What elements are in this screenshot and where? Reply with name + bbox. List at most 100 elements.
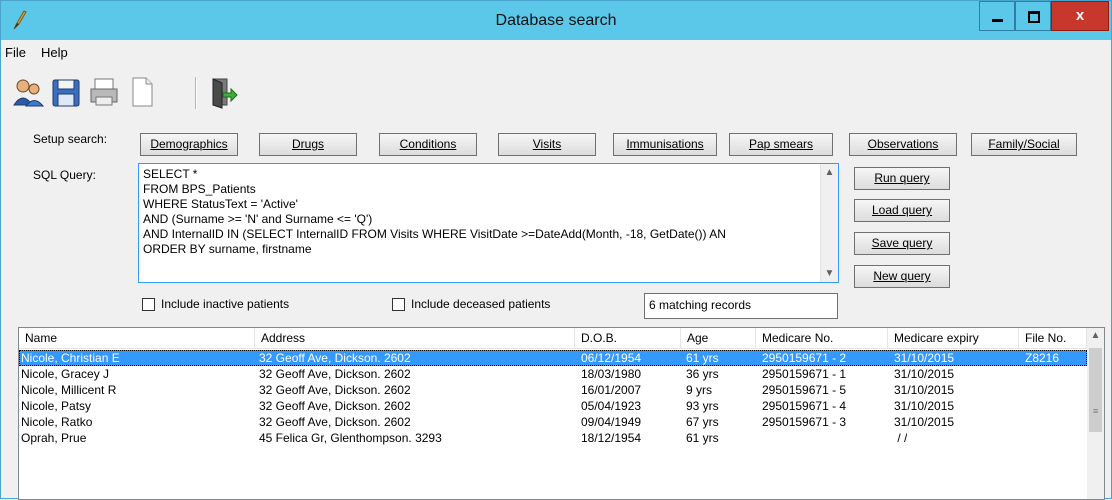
cell-age: 9 yrs (686, 383, 713, 397)
toolbar (1, 67, 1111, 123)
sql-query-label: SQL Query: (33, 168, 96, 182)
cell-dob: 09/04/1949 (581, 415, 642, 429)
results-list[interactable]: Name Address D.O.B. Age Medicare No. Med… (18, 327, 1105, 500)
table-row[interactable]: Nicole, Ratko 32 Geoff Ave, Dickson. 260… (19, 414, 1087, 430)
sql-line: WHERE StatusText = 'Active' (143, 197, 298, 211)
users-icon[interactable] (11, 75, 45, 109)
cell-address: 32 Geoff Ave, Dickson. 2602 (259, 367, 411, 381)
cell-dob: 16/01/2007 (581, 383, 642, 397)
window-title: Database search (495, 12, 617, 29)
cell-address: 32 Geoff Ave, Dickson. 2602 (259, 351, 411, 365)
minimize-button[interactable] (979, 1, 1015, 31)
column-header-dob[interactable]: D.O.B. (575, 328, 681, 348)
table-row[interactable]: Nicole, Millicent R 32 Geoff Ave, Dickso… (19, 382, 1087, 398)
table-row[interactable]: Nicole, Gracey J 32 Geoff Ave, Dickson. … (19, 366, 1087, 382)
results-header: Name Address D.O.B. Age Medicare No. Med… (19, 328, 1087, 349)
database-search-window: Database search x File Help Setup search… (0, 0, 1112, 500)
save-icon[interactable] (49, 75, 83, 109)
cell-medicare-expiry: 31/10/2015 (894, 415, 955, 429)
cell-medicare-no: 2950159671 - 2 (762, 351, 847, 365)
cell-dob: 05/04/1923 (581, 399, 642, 413)
new-query-button[interactable]: New query (854, 265, 950, 288)
cell-medicare-no: 2950159671 - 1 (762, 367, 847, 381)
cell-file-no: Z8216 (1025, 351, 1060, 365)
minimize-icon (992, 19, 1003, 22)
column-header-name[interactable]: Name (19, 328, 255, 348)
column-header-medicare-no[interactable]: Medicare No. (756, 328, 888, 348)
cell-name: Nicole, Ratko (21, 415, 93, 429)
cell-age: 61 yrs (686, 351, 719, 365)
demographics-button[interactable]: Demographics (140, 133, 238, 156)
include-deceased-checkbox[interactable] (392, 298, 405, 311)
pap-smears-button[interactable]: Pap smears (729, 133, 833, 156)
cell-name: Nicole, Millicent R (21, 383, 117, 397)
cell-address: 32 Geoff Ave, Dickson. 2602 (259, 383, 411, 397)
new-document-icon[interactable] (125, 75, 159, 109)
observations-button[interactable]: Observations (849, 133, 957, 156)
cell-name: Nicole, Gracey J (21, 367, 110, 381)
scrollbar-thumb[interactable]: ≡ (1089, 348, 1102, 432)
scroll-up-icon[interactable]: ▲ (821, 164, 838, 181)
table-row[interactable]: Oprah, Prue 45 Felica Gr, Glenthompson. … (19, 430, 1087, 446)
cell-address: 32 Geoff Ave, Dickson. 2602 (259, 399, 411, 413)
conditions-button[interactable]: Conditions (379, 133, 477, 156)
table-row[interactable]: Nicole, Patsy 32 Geoff Ave, Dickson. 260… (19, 398, 1087, 414)
load-query-button[interactable]: Load query (854, 199, 950, 222)
maximize-icon (1028, 11, 1040, 23)
include-inactive-checkbox[interactable] (142, 298, 155, 311)
printer-icon[interactable] (87, 75, 121, 109)
close-button[interactable]: x (1051, 1, 1109, 31)
cell-medicare-no: 2950159671 - 5 (762, 383, 847, 397)
cell-age: 93 yrs (686, 399, 719, 413)
cell-name: Nicole, Patsy (21, 399, 92, 413)
results-scrollbar[interactable]: ▲ ≡ (1087, 328, 1104, 499)
cell-dob: 18/03/1980 (581, 367, 642, 381)
family-social-button[interactable]: Family/Social (971, 133, 1077, 156)
sql-line: ORDER BY surname, firstname (143, 242, 312, 256)
cell-address: 45 Felica Gr, Glenthompson. 3293 (259, 431, 442, 445)
close-icon: x (1075, 7, 1085, 24)
run-query-button[interactable]: Run query (854, 167, 950, 190)
save-query-button[interactable]: Save query (854, 232, 950, 255)
cell-medicare-no: 2950159671 - 3 (762, 415, 847, 429)
cell-name: Oprah, Prue (21, 431, 87, 445)
menu-help[interactable]: Help (41, 45, 68, 60)
sql-line: SELECT * (143, 167, 198, 181)
table-row[interactable]: Nicole, Christian E 32 Geoff Ave, Dickso… (19, 350, 1087, 366)
scroll-down-icon[interactable]: ▼ (821, 265, 838, 282)
cell-medicare-expiry: 31/10/2015 (894, 383, 955, 397)
column-header-age[interactable]: Age (681, 328, 756, 348)
sql-query-textarea[interactable]: SELECT * FROM BPS_Patients WHERE StatusT… (138, 163, 839, 283)
scrollbar-grip-icon: ≡ (1093, 406, 1099, 416)
immunisations-button[interactable]: Immunisations (613, 133, 717, 156)
include-inactive-label: Include inactive patients (161, 297, 290, 311)
drugs-button[interactable]: Drugs (259, 133, 357, 156)
cell-medicare-no: 2950159671 - 4 (762, 399, 847, 413)
cell-medicare-expiry: 31/10/2015 (894, 367, 955, 381)
exit-door-icon[interactable] (205, 75, 239, 109)
menu-bar: File Help (1, 41, 1111, 63)
sql-line: AND (Surname >= 'N' and Surname <= 'Q') (143, 212, 373, 226)
sql-line: AND InternalID IN (SELECT InternalID FRO… (143, 227, 726, 241)
title-bar[interactable]: Database search x (1, 1, 1111, 40)
sql-line: FROM BPS_Patients (143, 182, 256, 196)
toolbar-separator (195, 77, 197, 109)
menu-file[interactable]: File (5, 45, 26, 60)
cell-address: 32 Geoff Ave, Dickson. 2602 (259, 415, 411, 429)
visits-button[interactable]: Visits (498, 133, 596, 156)
cell-dob: 18/12/1954 (581, 431, 642, 445)
cell-medicare-expiry: 31/10/2015 (894, 351, 955, 365)
column-header-address[interactable]: Address (255, 328, 575, 348)
cell-age: 36 yrs (686, 367, 719, 381)
cell-name: Nicole, Christian E (21, 351, 120, 365)
scroll-up-icon[interactable]: ▲ (1087, 330, 1104, 341)
cell-medicare-expiry: / / (894, 431, 908, 445)
maximize-button[interactable] (1015, 1, 1051, 31)
cell-age: 61 yrs (686, 431, 719, 445)
sql-scrollbar[interactable]: ▲ ▼ (820, 164, 838, 282)
column-header-file-no[interactable]: File No. (1019, 328, 1087, 348)
cell-age: 67 yrs (686, 415, 719, 429)
column-header-medicare-expiry[interactable]: Medicare expiry (888, 328, 1019, 348)
cell-dob: 06/12/1954 (581, 351, 642, 365)
cell-medicare-expiry: 31/10/2015 (894, 399, 955, 413)
